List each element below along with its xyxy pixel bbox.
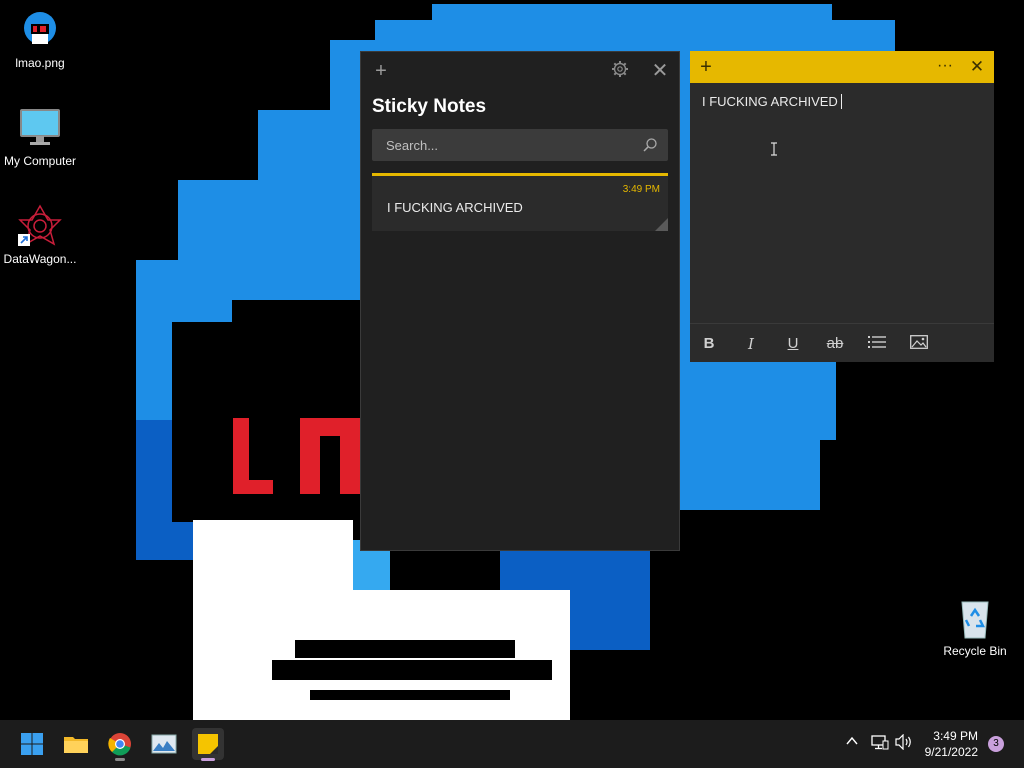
sticky-notes-icon [198, 734, 218, 754]
start-button[interactable] [16, 728, 48, 760]
note-header[interactable]: + ··· ✕ [690, 51, 994, 83]
gear-icon [612, 61, 628, 77]
chrome-button[interactable] [104, 728, 136, 761]
plus-icon: + [375, 60, 387, 82]
sticky-notes-taskbar-button[interactable] [192, 728, 224, 761]
desktop-icon-lmao-png[interactable]: lmao.png [0, 8, 80, 70]
close-icon: ✕ [651, 60, 669, 82]
close-note-button[interactable]: ✕ [965, 55, 989, 79]
strikethrough-button[interactable]: ab [824, 334, 846, 354]
new-note-button[interactable]: + [694, 55, 718, 79]
chevron-up-icon [846, 736, 858, 745]
note-list-item[interactable]: 3:49 PM I FUCKING ARCHIVED [372, 173, 668, 231]
monitor-icon [18, 106, 62, 150]
start-icon [21, 733, 43, 755]
network-button[interactable] [871, 734, 889, 753]
more-icon: ··· [937, 57, 953, 74]
desktop-icon-my-computer[interactable]: My Computer [0, 106, 80, 168]
bold-button[interactable]: B [698, 334, 720, 354]
clock[interactable]: 3:49 PM 9/21/2022 [925, 728, 978, 760]
bullet-list-icon [868, 336, 886, 348]
chrome-icon [108, 733, 131, 756]
search-box[interactable] [372, 129, 668, 161]
speaker-icon [895, 733, 911, 751]
note-window: + ··· ✕ I FUCKING ARCHIVED B I U ab [690, 51, 994, 362]
underline-icon: U [787, 335, 799, 352]
volume-button[interactable] [895, 733, 913, 753]
add-image-button[interactable] [908, 334, 930, 354]
network-icon [871, 735, 889, 750]
page-fold-icon [655, 218, 668, 231]
underline-button[interactable]: U [782, 334, 804, 354]
clock-time: 3:49 PM [933, 729, 978, 743]
note-text: I FUCKING ARCHIVED [702, 94, 838, 109]
clock-date: 9/21/2022 [924, 745, 978, 759]
desktop-icon-label: lmao.png [15, 56, 65, 70]
search-icon[interactable] [642, 137, 658, 153]
file-explorer-icon [64, 737, 88, 753]
desktop-icon-label: DataWagon... [3, 252, 77, 266]
bullet-list-button[interactable] [866, 334, 888, 354]
italic-icon: I [748, 335, 754, 353]
taskbar: 3:49 PM 9/21/2022 3 [0, 720, 1024, 768]
image-file-icon [18, 8, 62, 52]
search-input[interactable] [384, 137, 638, 154]
close-list-button[interactable]: ✕ [648, 59, 672, 83]
running-indicator [115, 758, 125, 761]
recycle-bin-icon [953, 596, 997, 640]
list-titlebar: + ✕ [361, 52, 679, 92]
text-caret [840, 94, 842, 109]
desktop-icon-label: My Computer [3, 154, 77, 168]
sticky-notes-list-window: + ✕ Sticky Notes 3:49 PM [360, 51, 680, 551]
photos-icon [151, 734, 177, 754]
notification-badge[interactable]: 3 [988, 736, 1004, 752]
desktop-icon-label: Recycle Bin [943, 644, 1007, 658]
plus-icon: + [700, 56, 712, 78]
more-options-button[interactable]: ··· [933, 54, 957, 78]
show-hidden-icons-button[interactable] [845, 734, 859, 751]
desktop-icon-datawagon[interactable]: DataWagon... [0, 204, 80, 266]
note-timestamp: 3:49 PM [622, 184, 660, 195]
desktop-icon-recycle-bin[interactable]: Recycle Bin [935, 596, 1015, 658]
ibeam-cursor-icon [771, 142, 777, 156]
format-toolbar: B I U ab [690, 323, 994, 363]
note-editor[interactable]: I FUCKING ARCHIVED [702, 94, 842, 109]
new-note-button[interactable]: + [369, 59, 393, 83]
datawagon-shortcut-icon [18, 204, 62, 248]
strikethrough-icon: ab [826, 335, 844, 352]
settings-button[interactable] [608, 60, 632, 84]
close-icon: ✕ [969, 57, 985, 76]
photos-button[interactable] [148, 728, 180, 760]
note-preview-text: I FUCKING ARCHIVED [387, 200, 523, 215]
bold-icon: B [703, 335, 715, 352]
file-explorer-button[interactable] [60, 728, 92, 760]
running-indicator [201, 758, 215, 761]
italic-button[interactable]: I [740, 334, 762, 354]
page-title: Sticky Notes [372, 96, 487, 117]
image-icon [910, 335, 928, 349]
